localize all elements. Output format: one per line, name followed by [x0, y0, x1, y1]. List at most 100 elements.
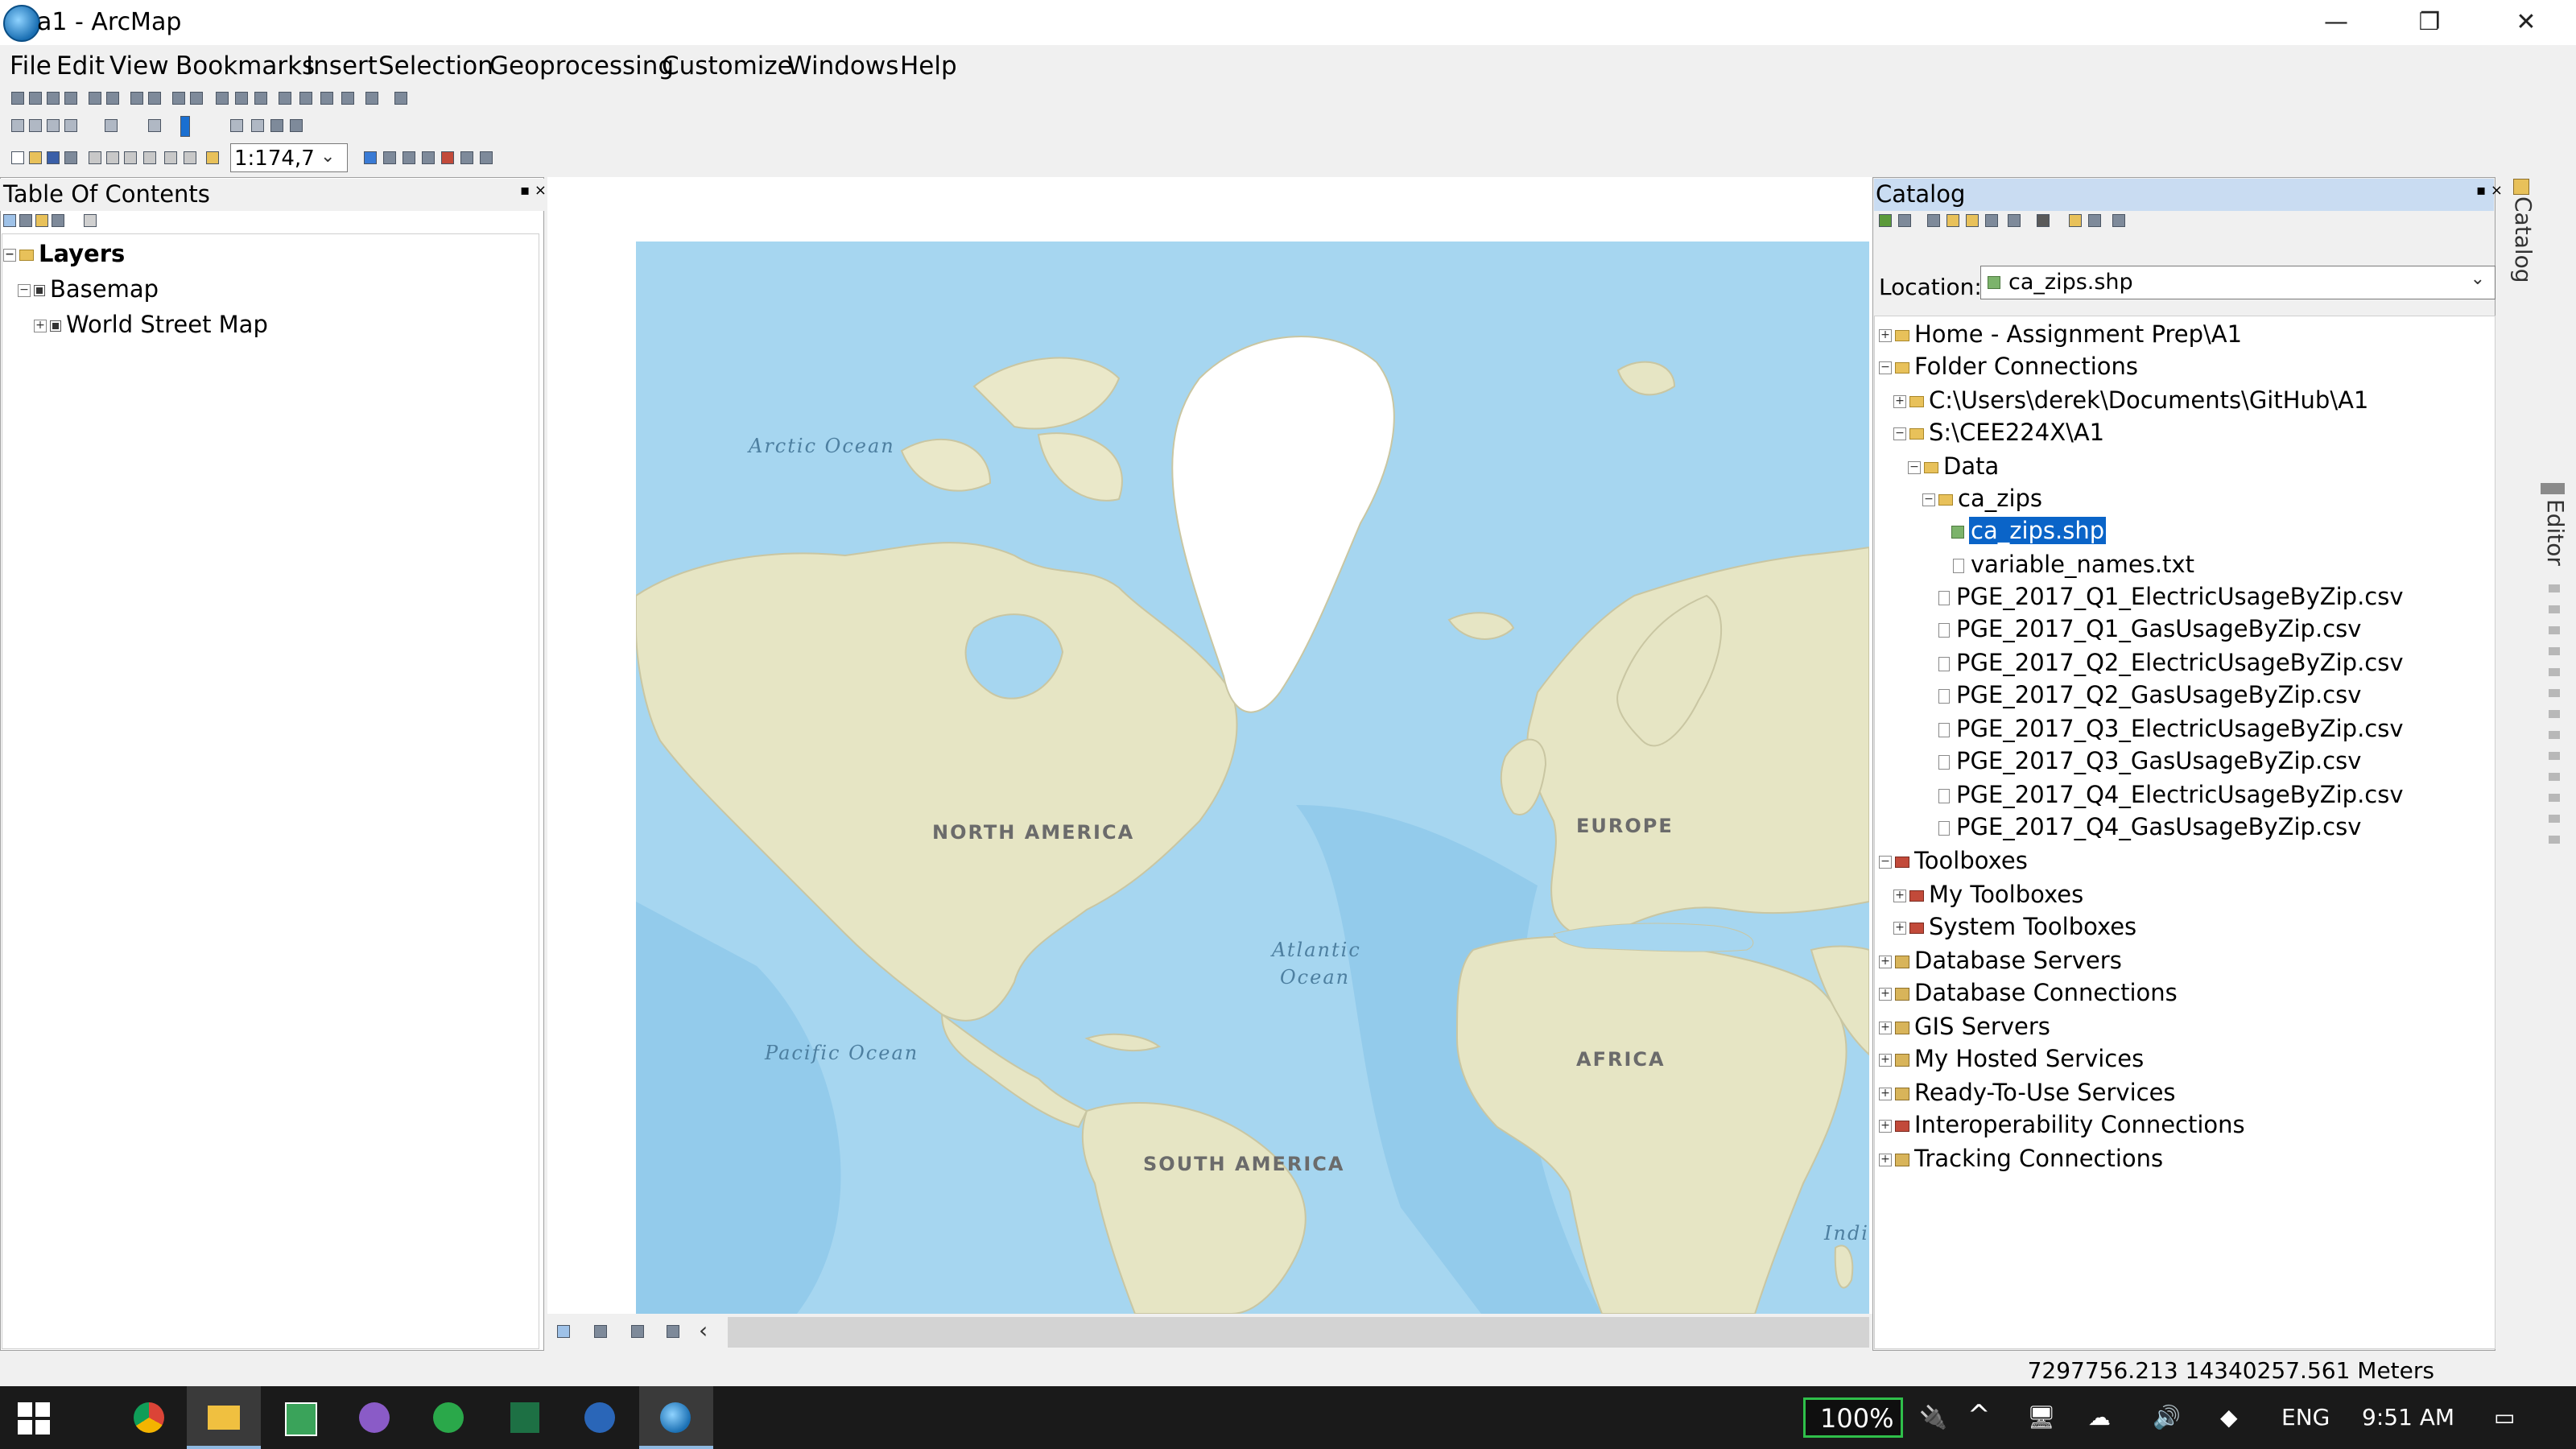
catalog-item-variable-names[interactable]: variable_names.txt	[1953, 551, 2194, 578]
toc-item-layers[interactable]: − Layers	[3, 240, 125, 267]
copy-icon[interactable]	[106, 151, 119, 164]
catalog-item-interoperability-connections[interactable]: + Interoperability Connections	[1879, 1111, 2245, 1138]
cut-icon[interactable]	[89, 151, 101, 164]
layer-visibility-checkbox[interactable]	[34, 285, 45, 296]
location-combobox[interactable]: ca_zips.shp ⌄	[1980, 266, 2496, 299]
language-indicator[interactable]: ENG	[2281, 1404, 2330, 1430]
redo-icon[interactable]	[184, 151, 196, 164]
catalog-dock-tab[interactable]: Catalog	[2510, 196, 2537, 283]
power-plug-icon[interactable]: 🔌	[1919, 1404, 1947, 1430]
fixed-zoom-in-icon[interactable]	[89, 92, 101, 105]
toc-window-icon[interactable]	[383, 151, 396, 164]
volume-icon[interactable]: 🔊	[2153, 1404, 2181, 1430]
hyperlink-icon[interactable]	[254, 92, 267, 105]
refresh-icon[interactable]	[631, 1325, 644, 1338]
taskbar-github-desktop[interactable]	[338, 1386, 412, 1449]
chevron-down-icon[interactable]: ⌄	[320, 147, 335, 167]
find-icon[interactable]	[299, 92, 312, 105]
catalog-item-tracking-connections[interactable]: + Tracking Connections	[1879, 1145, 2163, 1172]
arctoolbox-icon[interactable]	[441, 151, 454, 164]
menu-view[interactable]: View	[109, 52, 169, 80]
menu-file[interactable]: File	[10, 52, 52, 80]
open-icon[interactable]	[29, 151, 42, 164]
minimize-button[interactable]: —	[2289, 0, 2383, 45]
toolbar-options-icon[interactable]	[290, 119, 303, 132]
pause-drawing-icon[interactable]	[667, 1325, 679, 1338]
toc-item-world-street-map[interactable]: + World Street Map	[34, 311, 268, 338]
arcmap-app-icon[interactable]	[3, 5, 40, 42]
back-icon[interactable]	[1879, 214, 1892, 227]
catalog-item-folder-connections[interactable]: − Folder Connections	[1879, 353, 2138, 380]
catalog-item-q3-electric[interactable]: PGE_2017_Q3_ElectricUsageByZip.csv	[1938, 715, 2404, 742]
toc-item-basemap[interactable]: − Basemap	[18, 275, 159, 303]
select-features-icon[interactable]	[172, 92, 185, 105]
catalog-item-toolboxes[interactable]: − Toolboxes	[1879, 847, 2028, 874]
taskbar-r[interactable]	[564, 1386, 638, 1449]
layout-color-icon[interactable]	[180, 116, 190, 137]
menu-selection[interactable]: Selection	[378, 52, 493, 80]
full-extent-icon[interactable]	[64, 92, 77, 105]
close-button[interactable]: ✕	[2479, 0, 2573, 45]
onedrive-icon[interactable]: ☁	[2088, 1404, 2111, 1430]
toggle-draft-icon[interactable]	[148, 119, 161, 132]
expand-icon[interactable]: +	[1879, 1154, 1892, 1166]
menu-customize[interactable]: Customize	[662, 52, 793, 80]
up-one-level-icon[interactable]	[1946, 214, 1959, 227]
catalog-item-ca-zips-folder[interactable]: − ca_zips	[1922, 485, 2042, 512]
toc-options-icon[interactable]	[84, 214, 97, 227]
views-dropdown-icon[interactable]	[2037, 214, 2050, 227]
list-by-source-icon[interactable]	[19, 214, 32, 227]
catalog-item-database-servers[interactable]: + Database Servers	[1879, 947, 2122, 974]
battery-indicator[interactable]: 100%	[1803, 1397, 1903, 1438]
measure-icon[interactable]	[279, 92, 291, 105]
collapse-icon[interactable]: −	[1879, 361, 1892, 374]
collapse-icon[interactable]: −	[1893, 427, 1906, 440]
model-builder-icon[interactable]	[480, 151, 493, 164]
catalog-item-my-toolboxes[interactable]: + My Toolboxes	[1893, 881, 2083, 908]
undo-icon[interactable]	[164, 151, 177, 164]
views-icon[interactable]	[2008, 214, 2021, 227]
data-view-icon[interactable]	[557, 1325, 570, 1338]
expand-icon[interactable]: +	[1879, 956, 1892, 968]
expand-icon[interactable]: +	[1879, 1088, 1892, 1100]
forward-extent-icon[interactable]	[148, 92, 161, 105]
basemap-map[interactable]: Arctic Ocean NORTH AMERICA EUROPE Atlant…	[636, 242, 1869, 1314]
catalog-item-my-hosted-services[interactable]: + My Hosted Services	[1879, 1045, 2144, 1072]
catalog-pin-close[interactable]: ▪ ×	[2476, 182, 2503, 199]
restore-button[interactable]: ❐	[2383, 0, 2476, 45]
catalog-item-q3-gas[interactable]: PGE_2017_Q3_GasUsageByZip.csv	[1938, 747, 2361, 774]
world-street-map[interactable]: Arctic Ocean NORTH AMERICA EUROPE Atlant…	[636, 242, 1869, 1314]
print-icon[interactable]	[270, 119, 283, 132]
expand-icon[interactable]: +	[1893, 922, 1906, 935]
catalog-item-home[interactable]: + Home - Assignment Prep\A1	[1879, 320, 2242, 348]
catalog-item-cee224x-a1[interactable]: − S:\CEE224X\A1	[1893, 419, 2104, 446]
chevron-down-icon[interactable]: ⌄	[2471, 263, 2485, 295]
change-layout-icon[interactable]	[230, 119, 243, 132]
collapse-icon[interactable]: −	[18, 284, 31, 297]
forward-icon[interactable]	[1927, 214, 1940, 227]
zoom-in-icon[interactable]	[11, 92, 24, 105]
taskbar-slack[interactable]	[262, 1386, 336, 1449]
list-by-drawing-order-icon[interactable]	[3, 214, 16, 227]
save-icon[interactable]	[47, 151, 60, 164]
catalog-item-system-toolboxes[interactable]: + System Toolboxes	[1893, 913, 2136, 940]
collapse-icon[interactable]: −	[1879, 856, 1892, 869]
chevron-up-icon[interactable]: ^	[1967, 1399, 1991, 1431]
launch-arccatalog-icon[interactable]	[2088, 214, 2101, 227]
catalog-item-github-a1[interactable]: + C:\Users\derek\Documents\GitHub\A1	[1893, 386, 2368, 414]
expand-icon[interactable]: +	[34, 320, 47, 332]
viewer-window-icon[interactable]	[394, 92, 407, 105]
collapse-icon[interactable]: −	[3, 249, 16, 262]
scroll-left-icon[interactable]: ‹	[699, 1317, 708, 1344]
expand-icon[interactable]: +	[1893, 890, 1906, 902]
taskbar-file-explorer[interactable]	[187, 1386, 261, 1449]
zoom-whole-page-icon[interactable]	[64, 119, 77, 132]
add-data-icon[interactable]	[206, 151, 219, 164]
catalog-item-q2-electric[interactable]: PGE_2017_Q2_ElectricUsageByZip.csv	[1938, 649, 2404, 676]
expand-icon[interactable]: +	[1879, 329, 1892, 342]
delete-icon[interactable]	[143, 151, 156, 164]
menu-windows[interactable]: Windows	[787, 52, 898, 80]
editor-tools-strip[interactable]	[2549, 572, 2560, 845]
layout-pan-icon[interactable]	[47, 119, 60, 132]
layer-visibility-checkbox[interactable]	[50, 320, 61, 332]
